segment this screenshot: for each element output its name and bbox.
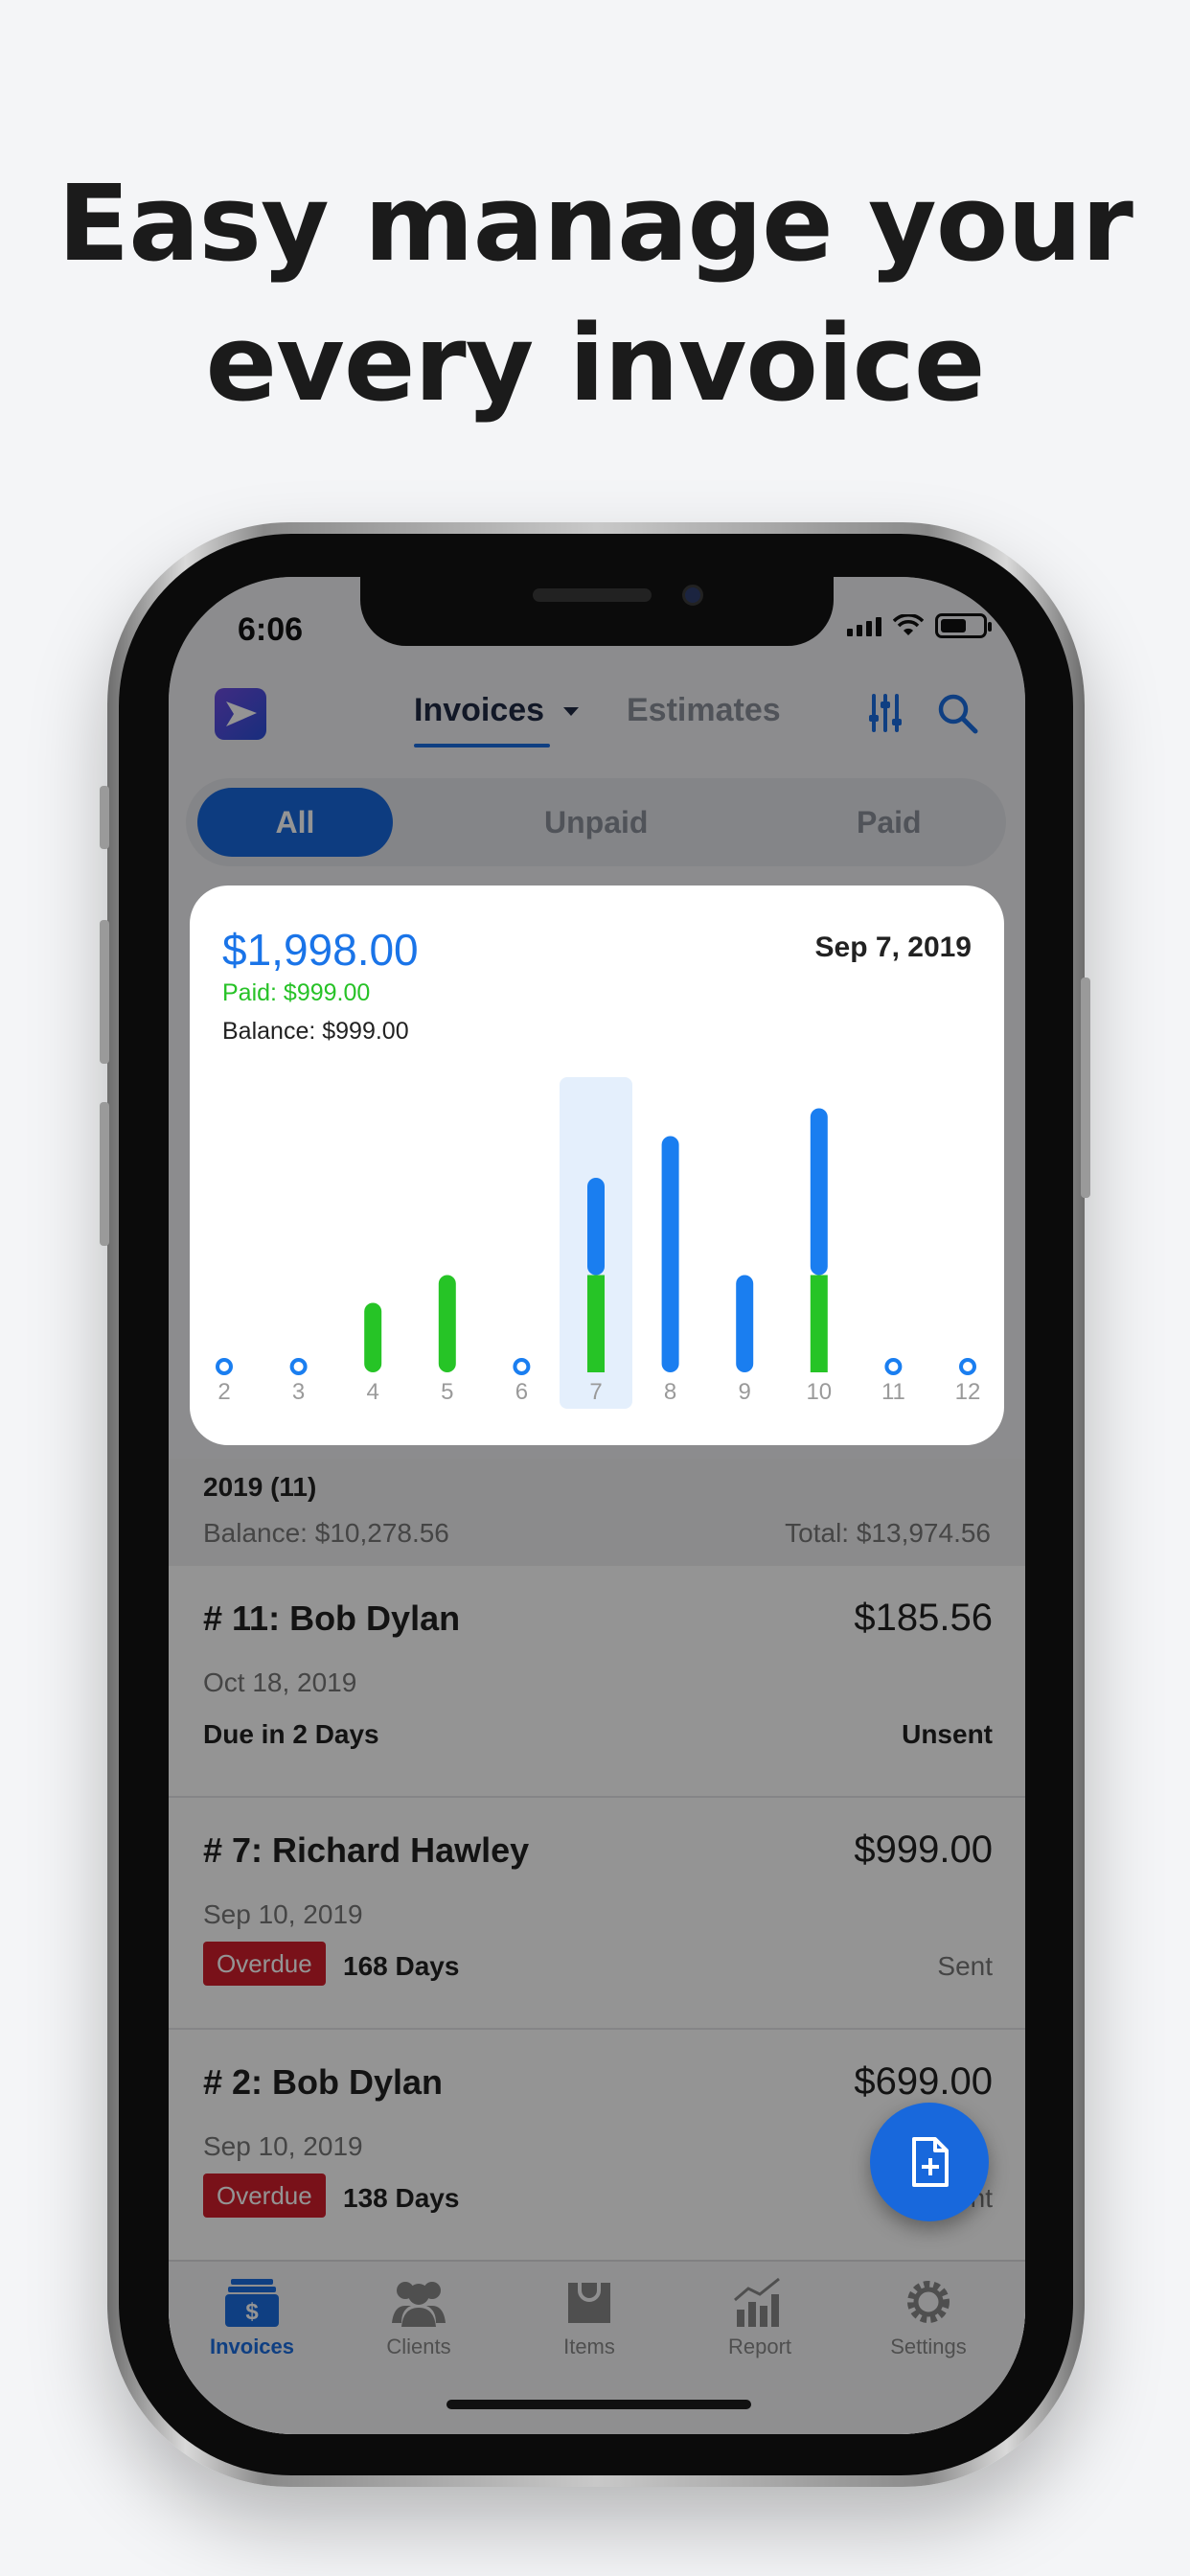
new-document-icon [912,2137,949,2187]
headline-line-1: Easy manage your [57,162,1133,285]
chart-x-tick-label: 3 [292,1379,305,1405]
chart-x-tick-label: 8 [664,1379,676,1405]
chart-bar-balance [587,1178,605,1276]
chart-x-tick-label: 12 [955,1379,981,1405]
phone-power-button [1081,978,1090,1198]
chart-empty-point [959,1358,976,1375]
chart-x-tick-label: 6 [515,1379,528,1405]
chart-x-tick-label: 9 [739,1379,751,1405]
chart-bar-balance [810,1108,828,1276]
headline: Easy manage your every invoice [0,153,1190,433]
notch [360,577,834,646]
phone-volume-up [100,920,109,1064]
phone-volume-down [100,1102,109,1246]
chart-x-tick-label: 7 [589,1379,602,1405]
chart-bar-paid [587,1275,605,1372]
chart-x-tick-label: 2 [217,1379,230,1405]
phone-side-button [100,786,109,849]
chart-empty-point [884,1358,903,1375]
phone-screen: 6:06 Invoices Estimates All Unpaid Paid … [169,577,1025,2434]
chart-card: $1,998.00 Sep 7, 2019 Paid: $999.00 Bala… [190,886,1004,1445]
chart-bar-balance [736,1275,754,1372]
chart-bar-paid [438,1275,456,1372]
headline-line-2: every invoice [205,302,986,425]
chart-empty-point [513,1358,531,1375]
chart-empty-point [216,1358,233,1375]
chart-x-tick-label: 4 [367,1379,379,1405]
front-camera [682,585,703,606]
chart-bar-paid [364,1302,382,1372]
chart-empty-point [289,1358,308,1375]
new-invoice-button[interactable] [870,2103,989,2221]
home-indicator [446,2400,751,2409]
chart-bar-balance [661,1136,679,1372]
speaker-grille [533,588,652,602]
chart-x-tick-label: 11 [881,1379,905,1405]
chart-x-tick-label: 5 [441,1379,453,1405]
chart-x-tick-label: 10 [806,1379,832,1405]
bar-chart: 2 3 4 5 6 7 8 9 10 11 12 [216,1077,981,1409]
chart-bar-paid [810,1275,828,1372]
